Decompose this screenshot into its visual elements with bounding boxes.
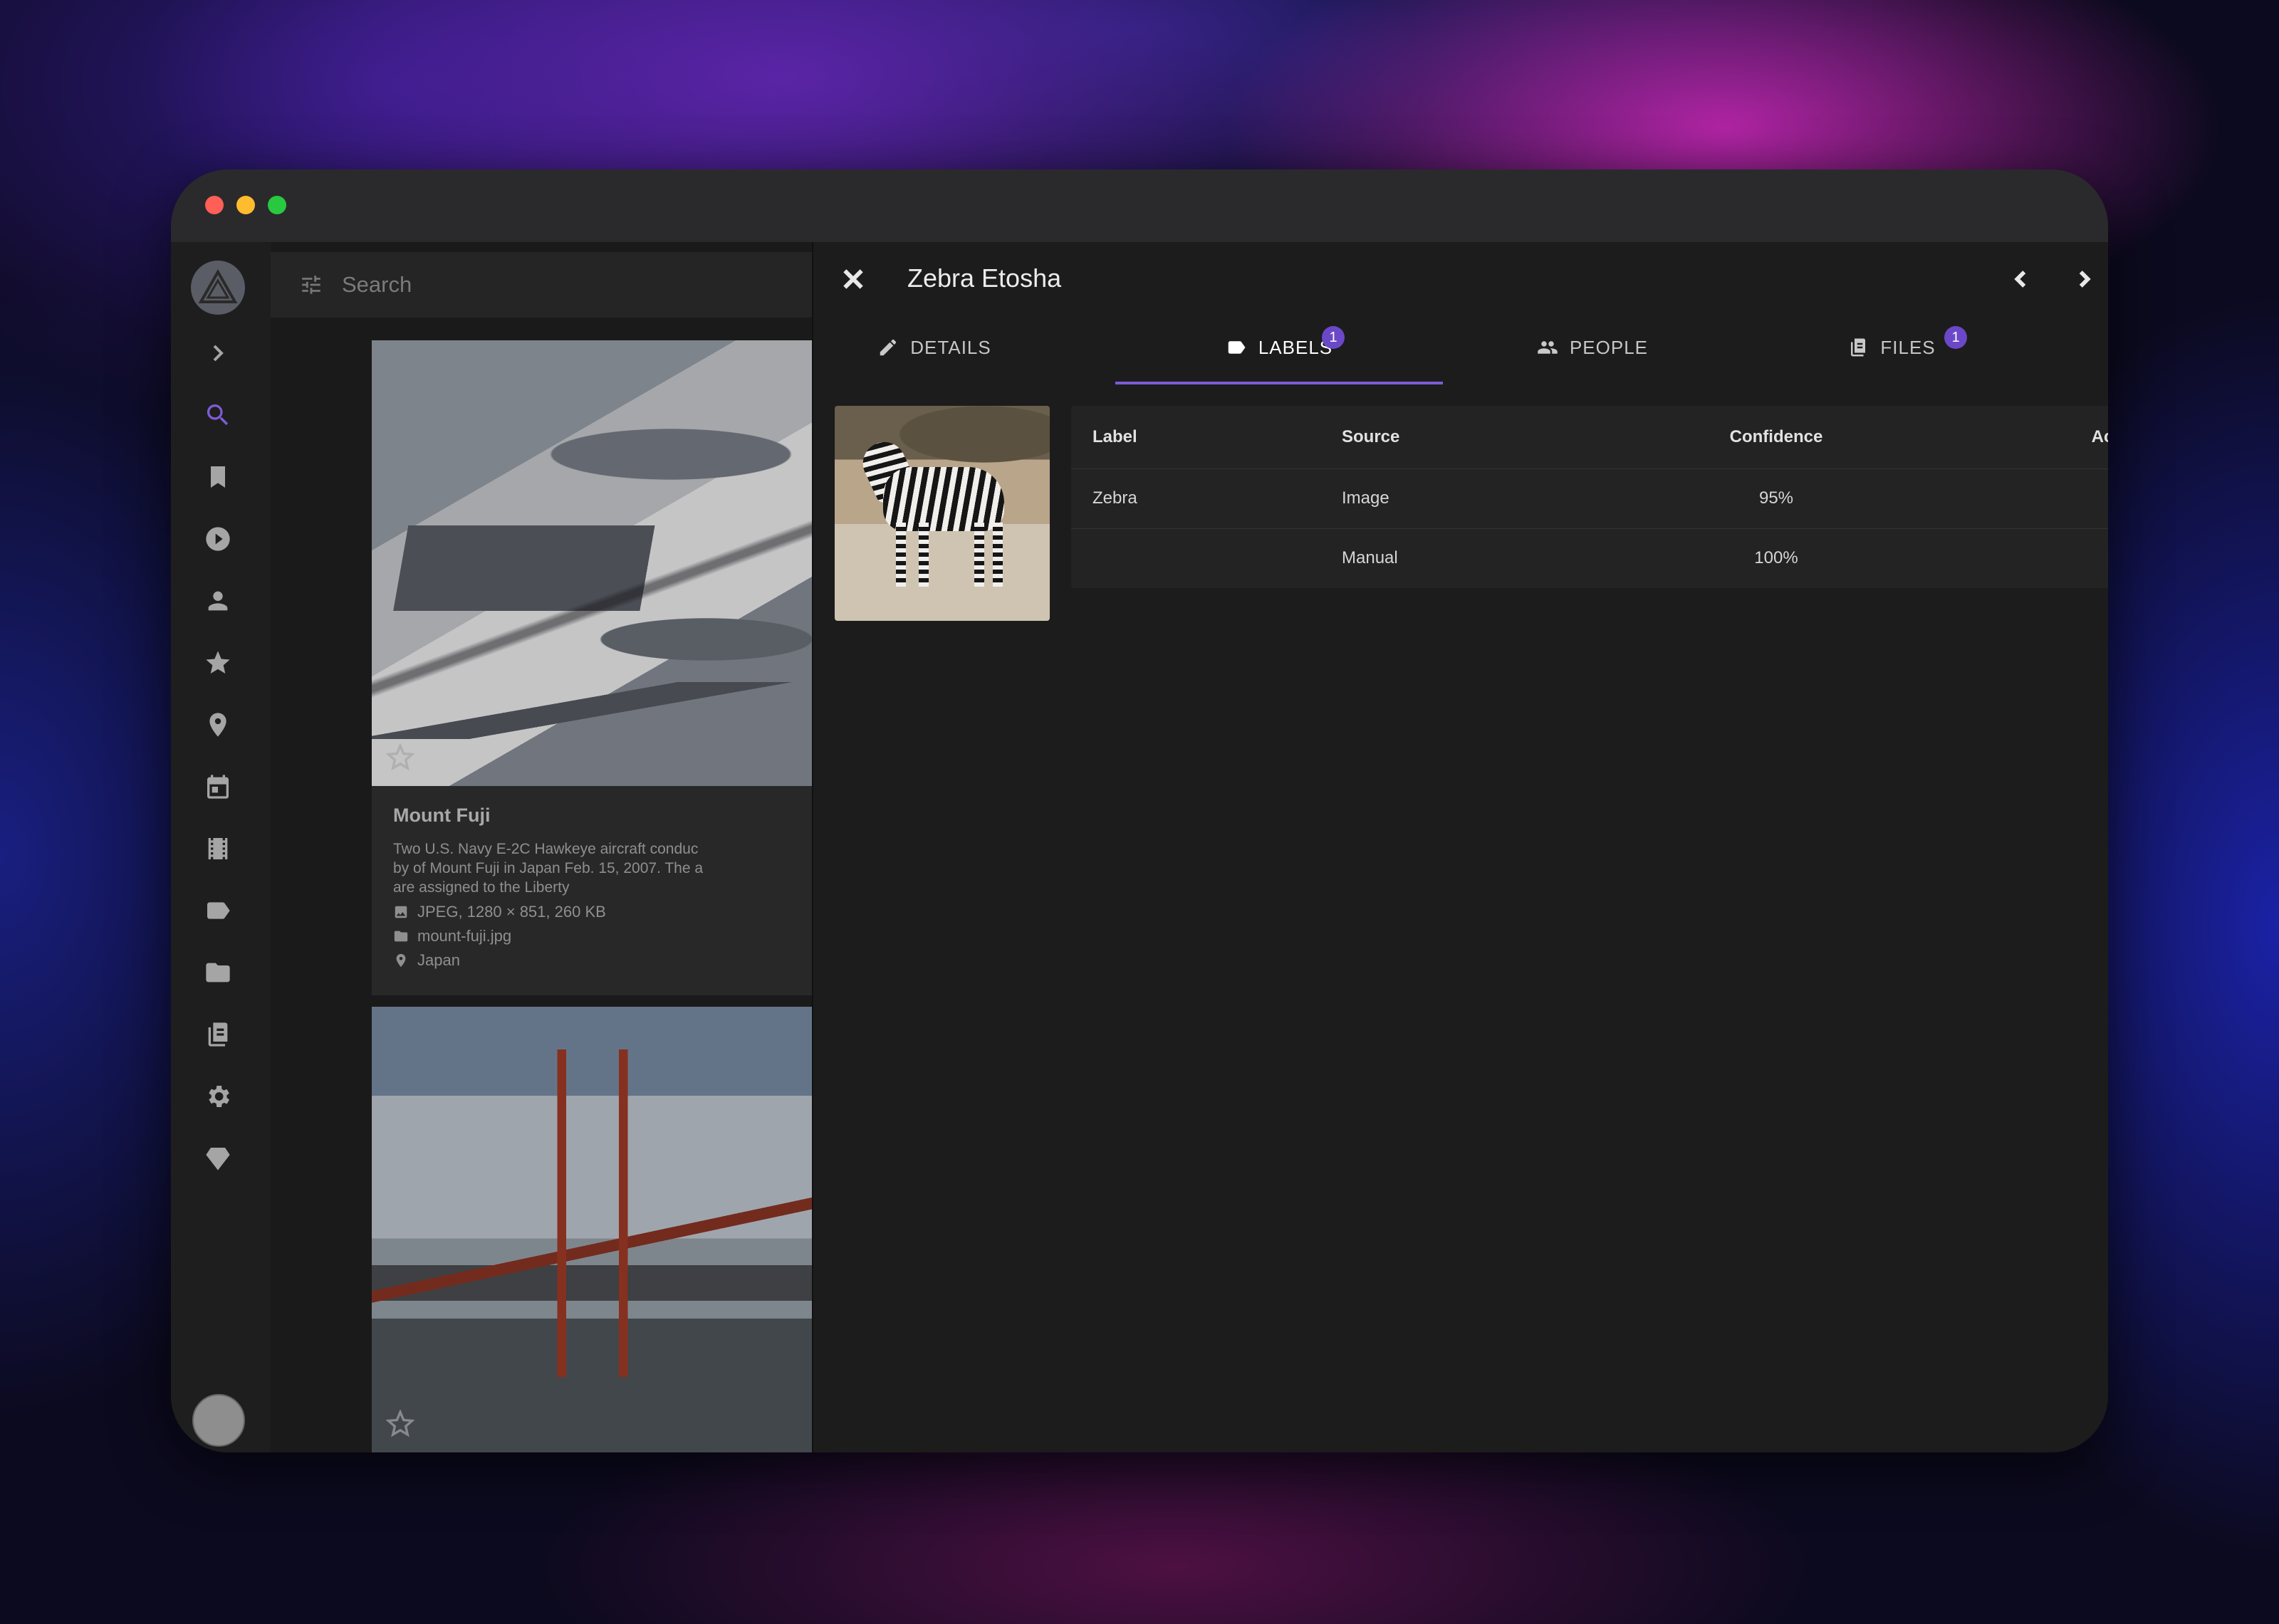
- dialog-title: Zebra Etosha: [907, 263, 1062, 293]
- previous-button[interactable]: [2004, 262, 2038, 296]
- tab-people[interactable]: PEOPLE: [1443, 312, 1742, 383]
- plus-icon: [2106, 546, 2108, 570]
- close-button[interactable]: [833, 259, 873, 299]
- title-bar: [171, 169, 2108, 243]
- zebra-leg: [919, 523, 929, 587]
- star-outline-icon[interactable]: [386, 1410, 414, 1438]
- photo-card[interactable]: [372, 1007, 812, 1452]
- count-badge: 1: [1944, 326, 1967, 349]
- card-description-line: by of Mount Fuji in Japan Feb. 15, 2007.…: [393, 860, 704, 876]
- app-window: Search Mount Fuji Two U.S. Navy E-2C Haw…: [171, 169, 2108, 1452]
- label-icon[interactable]: [192, 885, 244, 936]
- card-description-line: are assigned to the Liberty: [393, 879, 570, 896]
- zebra-leg: [993, 523, 1003, 587]
- labels-table: Label Source Confidence Action Zebra Ima…: [1071, 406, 2108, 588]
- search-icon[interactable]: [192, 389, 244, 441]
- people-icon: [1538, 341, 1558, 354]
- bookmark-icon[interactable]: [192, 451, 244, 503]
- calendar-icon[interactable]: [192, 761, 244, 812]
- column-header-label: Label: [1092, 427, 1137, 446]
- zebra-leg: [896, 523, 906, 587]
- photo-thumbnail[interactable]: [372, 340, 812, 786]
- file-info-row: JPEG, 1280 × 851, 260 KB: [393, 903, 792, 921]
- star-outline-icon[interactable]: [386, 743, 414, 772]
- location-row: Japan: [393, 951, 792, 970]
- photo-preview[interactable]: [835, 406, 1050, 621]
- map-pin-icon[interactable]: [192, 699, 244, 750]
- zebra-leg: [974, 523, 984, 587]
- table-row: Manual 100%: [1071, 528, 2108, 588]
- label-cell[interactable]: Zebra: [1092, 468, 1137, 528]
- source-cell: Manual: [1342, 548, 1398, 567]
- gear-icon[interactable]: [192, 1071, 244, 1122]
- filename: mount-fuji.jpg: [417, 927, 512, 945]
- tab-label: FILES: [1880, 336, 1936, 358]
- close-icon: [843, 269, 863, 289]
- sidebar-nav: [171, 242, 271, 1452]
- map-pin-icon: [396, 953, 406, 968]
- folder-icon: [394, 931, 408, 942]
- card-description-line: Two U.S. Navy E-2C Hawkeye aircraft cond…: [393, 841, 699, 857]
- browse-panel: Search Mount Fuji Two U.S. Navy E-2C Haw…: [271, 242, 812, 1452]
- chevron-right-icon[interactable]: [192, 328, 244, 379]
- app-logo[interactable]: [191, 261, 245, 315]
- photo-thumbnail[interactable]: [372, 1007, 812, 1452]
- chevron-right-icon: [2079, 271, 2091, 288]
- pencil-icon: [880, 339, 897, 356]
- image-icon: [395, 906, 407, 918]
- column-header-confidence: Confidence: [1729, 427, 1823, 446]
- folder-icon[interactable]: [192, 947, 244, 998]
- edit-dialog: Zebra Etosha DETAILS LABELS 1 PEOPLE FIL…: [812, 242, 2108, 1452]
- action-cell: [2054, 528, 2108, 588]
- count-badge: 1: [1322, 326, 1345, 349]
- card-title: Mount Fuji: [393, 805, 491, 826]
- active-tab-indicator: [1115, 382, 1443, 384]
- play-circle-icon[interactable]: [192, 513, 244, 565]
- table-header: Label Source Confidence Action: [1071, 406, 2108, 469]
- close-window-button[interactable]: [205, 196, 224, 214]
- next-button[interactable]: [2067, 262, 2101, 296]
- tab-labels[interactable]: LABELS 1: [1115, 312, 1443, 383]
- zebra-body: [883, 467, 1004, 531]
- remove-label-button[interactable]: [2101, 481, 2108, 515]
- search-bar[interactable]: Search: [271, 252, 812, 318]
- search-input[interactable]: Search: [342, 272, 412, 298]
- confidence-cell: 95%: [1758, 488, 1794, 508]
- filter-icon[interactable]: [299, 273, 323, 297]
- table-row: Zebra Image 95%: [1071, 468, 2108, 529]
- tab-details[interactable]: DETAILS: [835, 312, 1034, 383]
- filename-row: mount-fuji.jpg: [393, 927, 792, 945]
- action-cell: [2054, 468, 2108, 528]
- chevron-left-icon: [2014, 271, 2026, 288]
- photo-card[interactable]: Mount Fuji Two U.S. Navy E-2C Hawkeye ai…: [372, 340, 812, 995]
- tab-files[interactable]: FILES 1: [1742, 312, 2041, 383]
- file-info: JPEG, 1280 × 851, 260 KB: [417, 903, 606, 921]
- film-icon[interactable]: [192, 823, 244, 874]
- add-label-button[interactable]: [2101, 541, 2108, 575]
- column-header-source: Source: [1342, 427, 1400, 446]
- avatar[interactable]: [192, 1394, 245, 1447]
- column-header-action: Action: [2091, 427, 2108, 446]
- source-cell: Image: [1342, 488, 1389, 508]
- card-body: Mount Fuji Two U.S. Navy E-2C Hawkeye ai…: [372, 786, 812, 990]
- file-cabinet-icon: [1851, 338, 1866, 357]
- confidence-cell: 100%: [1754, 548, 1798, 567]
- label-icon: [1228, 341, 1246, 354]
- triangle-logo-icon: [198, 268, 238, 303]
- tab-label: DETAILS: [910, 336, 991, 358]
- minimize-window-button[interactable]: [236, 196, 255, 214]
- maximize-window-button[interactable]: [268, 196, 286, 214]
- person-icon[interactable]: [192, 575, 244, 627]
- diamond-icon[interactable]: [192, 1133, 244, 1184]
- tab-label: PEOPLE: [1569, 336, 1649, 358]
- file-cabinet-icon[interactable]: [192, 1009, 244, 1060]
- minus-icon: [2106, 486, 2108, 510]
- location: Japan: [417, 951, 460, 969]
- star-icon[interactable]: [192, 637, 244, 688]
